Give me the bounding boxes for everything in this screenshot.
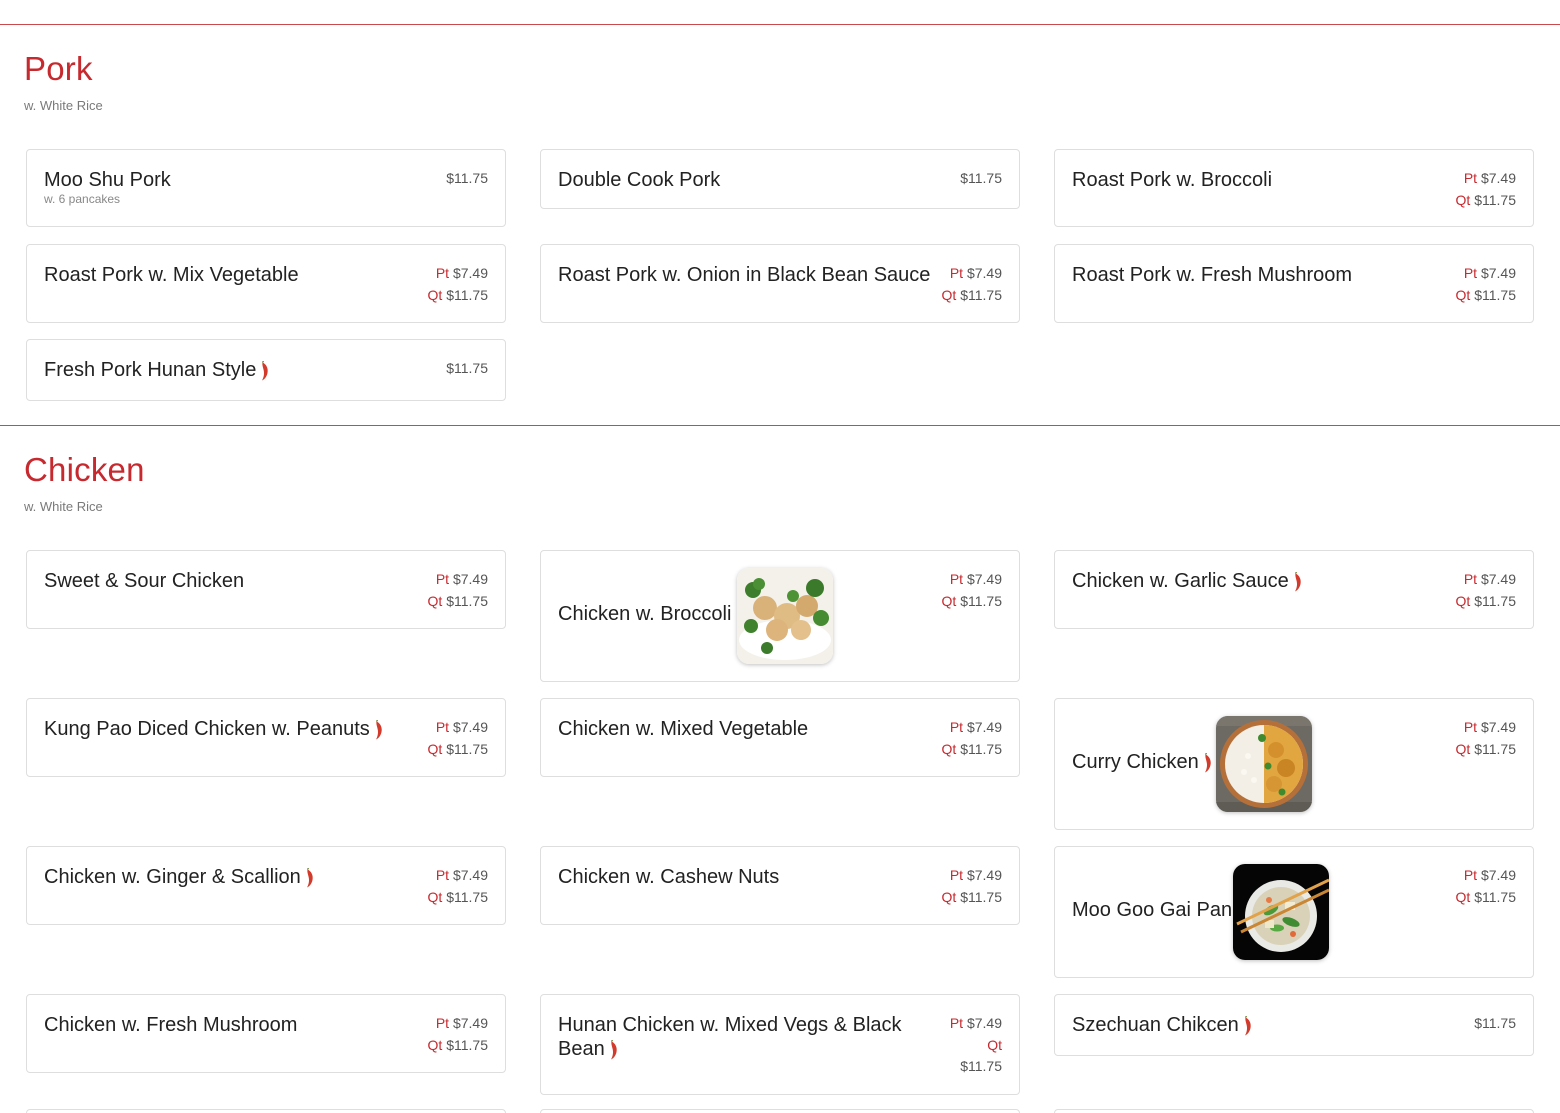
menu-item-kung-pao-chicken[interactable]: Kung Pao Diced Chicken w. Peanuts Pt $7.…	[26, 698, 506, 777]
section-title-chicken: Chicken	[24, 451, 145, 488]
item-prices: Pt $7.49 Qt $11.75	[941, 265, 1002, 303]
item-prices: Pt $7.49 Qt $11.75	[1455, 265, 1516, 303]
item-prices: Pt $7.49 Qt $11.75	[941, 571, 1002, 609]
menu-item-curry-chicken[interactable]: Curry Chicken Pt $7.49 Qt $11.75	[1054, 698, 1534, 830]
item-prices: Pt $7.49 Qt $11.75	[427, 265, 488, 303]
item-name: Fresh Pork Hunan Style	[44, 358, 269, 382]
menu-item-chicken-ginger-scallion[interactable]: Chicken w. Ginger & Scallion Pt $7.49 Qt…	[26, 846, 506, 925]
item-prices: Pt $7.49 Qt $11.75	[427, 867, 488, 905]
menu-item-double-cook-pork[interactable]: Double Cook Pork $11.75	[540, 149, 1020, 209]
item-note: w. 6 pancakes	[44, 192, 121, 206]
chili-pepper-icon	[262, 361, 269, 381]
item-prices: Pt $7.49 Qt $11.75	[1455, 170, 1516, 208]
section-subtitle-pork: w. White Rice	[24, 98, 103, 113]
moo-goo-gai-pan-photo	[1233, 864, 1329, 960]
item-name: Roast Pork w. Fresh Mushroom	[1072, 264, 1353, 286]
item-name: Chicken w. Cashew Nuts	[558, 866, 780, 888]
item-name: Szechuan Chikcen	[1072, 1013, 1252, 1037]
menu-item-fresh-pork-hunan-style[interactable]: Fresh Pork Hunan Style $11.75	[26, 339, 506, 401]
chili-pepper-icon	[1244, 1016, 1251, 1036]
item-prices: Pt $7.49 Qt $11.75	[1455, 719, 1516, 757]
curry-chicken-photo	[1216, 716, 1312, 812]
item-prices: Pt $7.49 Qt $11.75	[1455, 867, 1516, 905]
menu-item-roast-pork-fresh-mushroom[interactable]: Roast Pork w. Fresh Mushroom Pt $7.49 Qt…	[1054, 244, 1534, 323]
chili-pepper-icon	[1294, 572, 1301, 592]
item-price: $11.75	[960, 170, 1002, 186]
item-price: $11.75	[446, 170, 488, 186]
item-name: Roast Pork w. Broccoli	[1072, 169, 1273, 191]
item-prices: Pt $7.49 Qt $11.75	[427, 1015, 488, 1053]
item-prices: Pt $7.49 Qt $11.75	[1455, 571, 1516, 609]
menu-item-roast-pork-mix-vegetable[interactable]: Roast Pork w. Mix Vegetable Pt $7.49 Qt …	[26, 244, 506, 323]
menu-item-partial[interactable]	[1054, 1109, 1534, 1113]
chili-pepper-icon	[375, 720, 382, 740]
menu-item-chicken-broccoli[interactable]: Chicken w. Broccoli Pt $7.49 Qt $11.75	[540, 550, 1020, 682]
menu-item-moo-goo-gai-pan[interactable]: Moo Goo Gai Pan Pt $7.49 Qt $11.75	[1054, 846, 1534, 978]
item-prices: Pt $7.49 Qt $11.75	[941, 867, 1002, 905]
item-prices: Pt $7.49 Qt $11.75	[941, 719, 1002, 757]
item-name: Chicken w. Fresh Mushroom	[44, 1014, 298, 1036]
menu-item-chicken-mixed-vegetable[interactable]: Chicken w. Mixed Vegetable Pt $7.49 Qt $…	[540, 698, 1020, 777]
item-name: Chicken w. Mixed Vegetable	[558, 718, 809, 740]
menu-item-sweet-sour-chicken[interactable]: Sweet & Sour Chicken Pt $7.49 Qt $11.75	[26, 550, 506, 629]
menu-item-chicken-fresh-mushroom[interactable]: Chicken w. Fresh Mushroom Pt $7.49 Qt $1…	[26, 994, 506, 1073]
item-prices: Pt $7.49 Qt $11.75	[427, 571, 488, 609]
item-price: $11.75	[446, 360, 488, 376]
menu-item-szechuan-chicken[interactable]: Szechuan Chikcen $11.75	[1054, 994, 1534, 1056]
item-name: Chicken w. Broccoli	[558, 603, 732, 625]
menu-item-chicken-cashew-nuts[interactable]: Chicken w. Cashew Nuts Pt $7.49 Qt $11.7…	[540, 846, 1020, 925]
item-prices: Pt $7.49 Qt $11.75	[949, 1015, 1002, 1074]
chili-pepper-icon	[1204, 753, 1211, 773]
item-name: Chicken w. Garlic Sauce	[1072, 569, 1302, 593]
menu-item-partial[interactable]	[26, 1109, 506, 1113]
item-name: Sweet & Sour Chicken	[44, 570, 245, 592]
section-title-pork: Pork	[24, 50, 93, 87]
menu-item-partial[interactable]	[540, 1109, 1020, 1113]
item-price: $11.75	[1474, 1015, 1516, 1031]
item-name: Moo Goo Gai Pan	[1072, 899, 1233, 921]
item-name: Moo Shu Pork	[44, 169, 171, 191]
menu-item-hunan-chicken[interactable]: Hunan Chicken w. Mixed Vegs & Black Bean…	[540, 994, 1020, 1095]
section-divider	[0, 24, 1560, 25]
item-prices: Pt $7.49 Qt $11.75	[427, 719, 488, 757]
item-name: Curry Chicken	[1072, 750, 1212, 774]
section-divider	[0, 425, 1560, 426]
menu-item-chicken-garlic-sauce[interactable]: Chicken w. Garlic Sauce Pt $7.49 Qt $11.…	[1054, 550, 1534, 629]
item-name: Chicken w. Ginger & Scallion	[44, 865, 314, 889]
item-name: Double Cook Pork	[558, 169, 721, 191]
menu-item-moo-shu-pork[interactable]: Moo Shu Pork w. 6 pancakes $11.75	[26, 149, 506, 227]
item-name: Kung Pao Diced Chicken w. Peanuts	[44, 717, 383, 741]
section-subtitle-chicken: w. White Rice	[24, 499, 103, 514]
item-name: Roast Pork w. Onion in Black Bean Sauce	[558, 264, 931, 286]
item-name: Roast Pork w. Mix Vegetable	[44, 264, 299, 286]
chili-pepper-icon	[610, 1040, 617, 1060]
menu-item-roast-pork-onion-black-bean[interactable]: Roast Pork w. Onion in Black Bean Sauce …	[540, 244, 1020, 323]
menu-item-roast-pork-broccoli[interactable]: Roast Pork w. Broccoli Pt $7.49 Qt $11.7…	[1054, 149, 1534, 227]
chili-pepper-icon	[306, 868, 313, 888]
chicken-broccoli-photo	[737, 568, 833, 664]
item-name: Hunan Chicken w. Mixed Vegs & Black Bean	[558, 1014, 902, 1060]
